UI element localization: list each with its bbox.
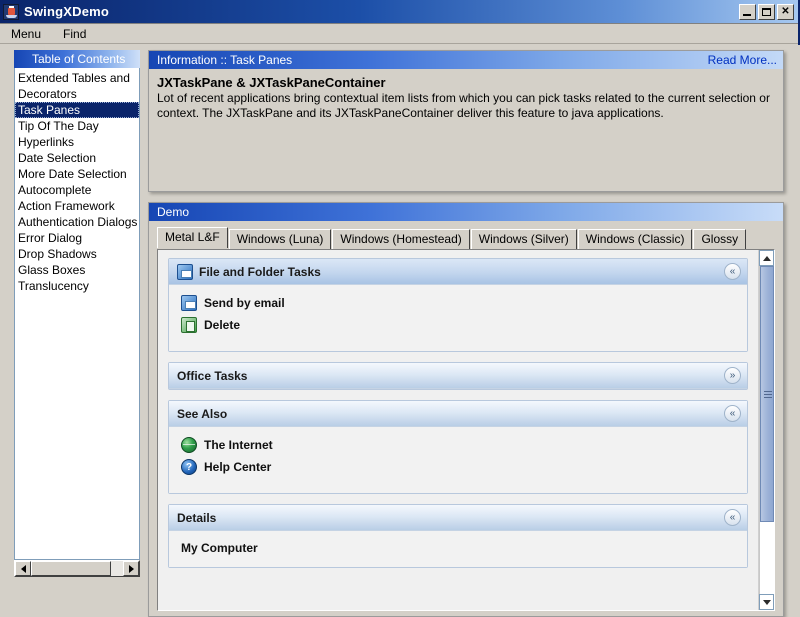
toc-item-translucency[interactable]: Translucency <box>15 278 139 294</box>
toc-item-tip-of-the-day[interactable]: Tip Of The Day <box>15 118 139 134</box>
toc-item-hyperlinks[interactable]: Hyperlinks <box>15 134 139 150</box>
toc-item-date-selection[interactable]: Date Selection <box>15 150 139 166</box>
task-pane-header[interactable]: See Also « <box>169 401 747 427</box>
vertical-scrollbar-thumb[interactable] <box>760 266 774 522</box>
menu-bar: Menu Find <box>0 24 798 44</box>
information-title: Information :: Task Panes <box>157 53 293 67</box>
task-pane-details: Details « My Computer <box>168 504 748 568</box>
read-more-link[interactable]: Read More... <box>708 53 777 67</box>
toc-item-autocomplete[interactable]: Autocomplete <box>15 182 139 198</box>
menu-item-find[interactable]: Find <box>60 26 89 42</box>
task-pane-vertical-scrollbar[interactable] <box>758 250 774 610</box>
task-item-help-center[interactable]: Help Center <box>181 459 735 475</box>
main-content-area: Table of Contents Extended Tables and De… <box>0 45 800 617</box>
help-icon <box>181 459 197 475</box>
close-icon: ✕ <box>781 5 790 17</box>
collapse-chevron-up-icon[interactable]: « <box>724 405 741 422</box>
demo-panel: Demo Metal L&F Windows (Luna) Windows (H… <box>148 202 784 617</box>
delete-icon <box>181 317 197 333</box>
task-pane-title: See Also <box>177 406 228 421</box>
task-item-label: Help Center <box>204 460 272 474</box>
task-pane-see-also: See Also « The Internet Help Center <box>168 400 748 494</box>
toc-item-error-dialog[interactable]: Error Dialog <box>15 230 139 246</box>
task-pane-title: File and Folder Tasks <box>199 264 321 279</box>
folder-mail-icon <box>181 295 197 311</box>
folder-mail-icon <box>177 263 193 280</box>
information-body-text: Lot of recent applications bring context… <box>157 91 770 120</box>
scroll-up-arrow-icon[interactable] <box>759 250 774 266</box>
demo-title: Demo <box>157 205 190 219</box>
task-item-delete[interactable]: Delete <box>181 317 735 333</box>
task-pane-file-and-folder-tasks: File and Folder Tasks « Send by email De… <box>168 258 748 352</box>
task-pane-container: File and Folder Tasks « Send by email De… <box>158 250 758 610</box>
toc-item-task-panes[interactable]: Task Panes <box>15 102 139 118</box>
collapse-chevron-up-icon[interactable]: « <box>724 263 741 280</box>
toc-item-glass-boxes[interactable]: Glass Boxes <box>15 262 139 278</box>
task-pane-header[interactable]: Details « <box>169 505 747 531</box>
scroll-right-arrow-icon[interactable] <box>123 561 139 576</box>
task-pane-body: The Internet Help Center <box>169 427 747 493</box>
tab-windows-classic[interactable]: Windows (Classic) <box>577 229 693 249</box>
information-panel: Information :: Task Panes Read More... J… <box>148 50 784 192</box>
scroll-down-arrow-icon[interactable] <box>759 594 774 610</box>
toc-item-drop-shadows[interactable]: Drop Shadows <box>15 246 139 262</box>
close-button[interactable]: ✕ <box>777 3 794 20</box>
toc-item-more-date-selection[interactable]: More Date Selection <box>15 166 139 182</box>
information-header: Information :: Task Panes Read More... <box>149 51 783 69</box>
tab-metal-lf[interactable]: Metal L&F <box>157 227 228 248</box>
application-window: SwingXDemo ✕ Menu Find Table of Contents… <box>0 0 800 617</box>
look-and-feel-tabs: Metal L&F Windows (Luna) Windows (Homest… <box>149 221 783 249</box>
demo-header: Demo <box>149 203 783 221</box>
title-bar: SwingXDemo ✕ <box>0 0 798 24</box>
task-item-label: Send by email <box>204 296 285 310</box>
details-text: My Computer <box>181 541 258 555</box>
information-body-title: JXTaskPane & JXTaskPaneContainer <box>157 75 386 90</box>
menu-item-menu[interactable]: Menu <box>8 26 44 42</box>
toc-scrollbar-track[interactable] <box>111 561 123 576</box>
task-item-label: Delete <box>204 318 241 332</box>
scroll-left-arrow-icon[interactable] <box>15 561 31 576</box>
table-of-contents-panel: Table of Contents Extended Tables and De… <box>14 50 140 578</box>
task-pane-header[interactable]: Office Tasks » <box>169 363 747 389</box>
toc-item-action-framework[interactable]: Action Framework <box>15 198 139 214</box>
information-body: JXTaskPane & JXTaskPaneContainer Lot of … <box>149 69 783 121</box>
toc-list[interactable]: Extended Tables and Decorators Task Pane… <box>14 68 140 560</box>
toc-header: Table of Contents <box>14 50 140 68</box>
vertical-scrollbar-track[interactable] <box>759 266 774 594</box>
tab-windows-homestead[interactable]: Windows (Homestead) <box>332 229 470 249</box>
collapse-chevron-up-icon[interactable]: « <box>724 509 741 526</box>
maximize-button[interactable] <box>758 3 775 20</box>
task-pane-office-tasks: Office Tasks » <box>168 362 748 390</box>
task-pane-body: Send by email Delete <box>169 285 747 351</box>
tab-glossy[interactable]: Glossy <box>693 229 747 249</box>
task-item-the-internet[interactable]: The Internet <box>181 437 735 453</box>
tab-windows-luna[interactable]: Windows (Luna) <box>228 229 332 249</box>
globe-icon <box>181 437 197 453</box>
task-pane-body: My Computer <box>169 531 747 567</box>
tab-content-panel: File and Folder Tasks « Send by email De… <box>157 249 775 611</box>
expand-chevron-down-icon[interactable]: » <box>724 367 741 384</box>
task-pane-title: Office Tasks <box>177 368 248 383</box>
window-controls: ✕ <box>739 3 796 20</box>
task-pane-header[interactable]: File and Folder Tasks « <box>169 259 747 285</box>
task-pane-title: Details <box>177 510 217 525</box>
minimize-button[interactable] <box>739 3 756 20</box>
java-cup-icon <box>3 3 19 20</box>
toc-horizontal-scrollbar[interactable] <box>14 560 140 577</box>
toc-item-extended-tables[interactable]: Extended Tables and Decorators <box>15 70 139 102</box>
task-item-label: The Internet <box>204 438 273 452</box>
task-item-send-by-email[interactable]: Send by email <box>181 295 735 311</box>
toc-scrollbar-thumb[interactable] <box>31 561 111 576</box>
tab-windows-silver[interactable]: Windows (Silver) <box>470 229 577 249</box>
toc-item-authentication-dialogs[interactable]: Authentication Dialogs <box>15 214 139 230</box>
window-title: SwingXDemo <box>24 4 110 19</box>
